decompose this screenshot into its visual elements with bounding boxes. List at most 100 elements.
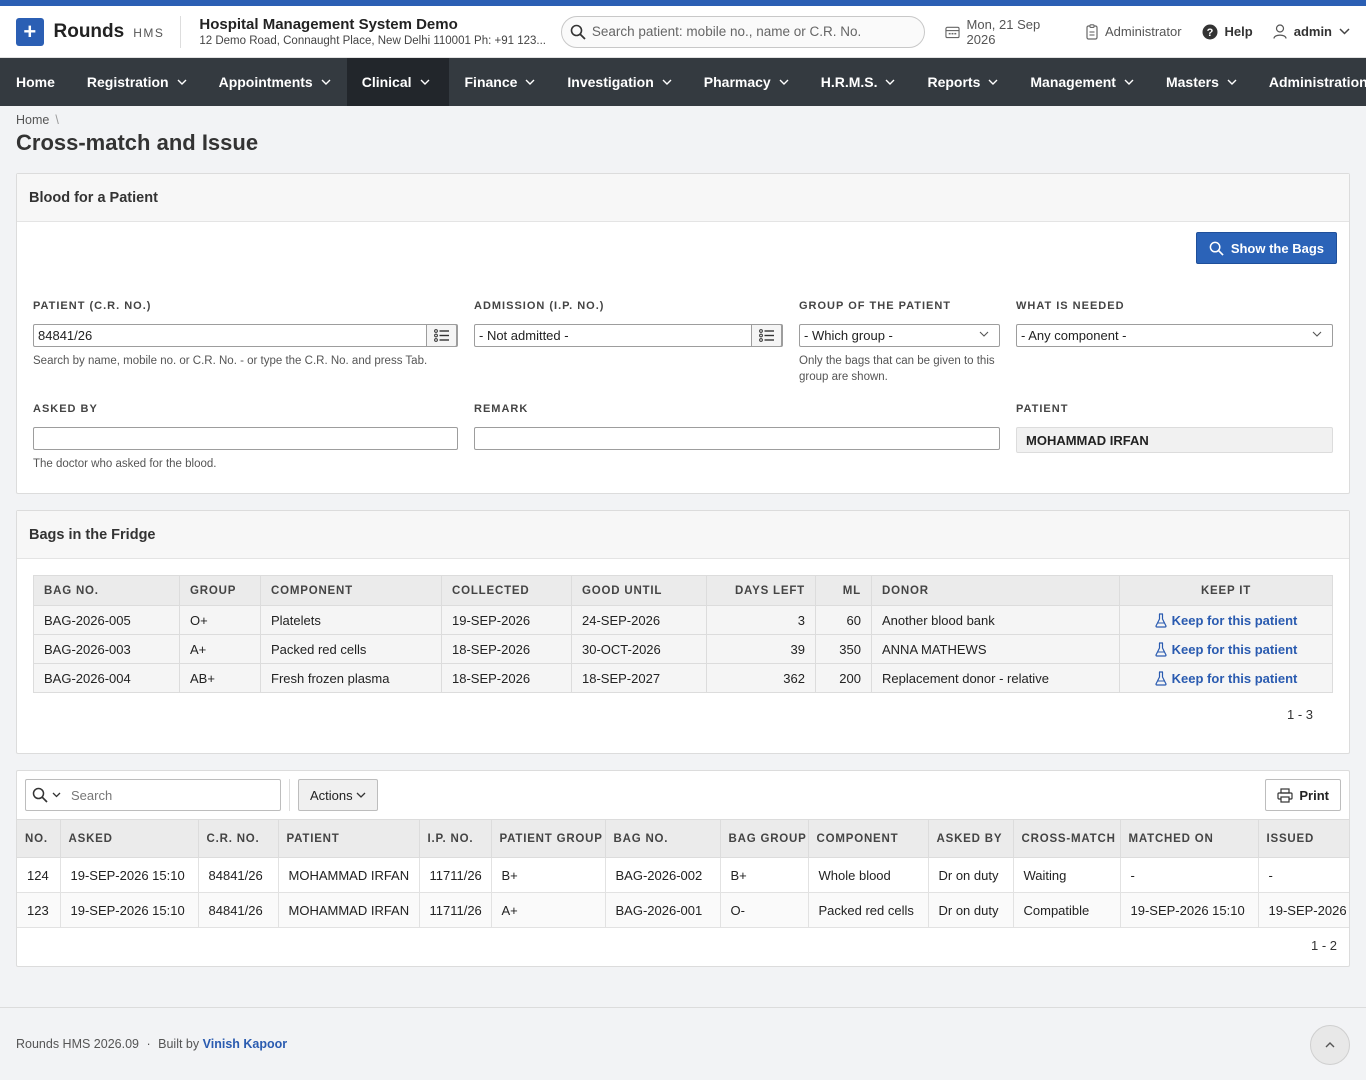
keep-link-label: Keep for this patient [1171, 641, 1298, 657]
chevron-down-icon [321, 79, 331, 85]
table-row[interactable]: 124 19-SEP-2026 15:10 84841/26 MOHAMMAD … [17, 857, 1349, 893]
admission-lookup-button[interactable] [751, 324, 782, 347]
brand-name[interactable]: Rounds [54, 21, 125, 43]
report-search-box[interactable] [25, 779, 281, 811]
hospital-address: 12 Demo Road, Connaught Place, New Delhi… [199, 35, 546, 47]
patient-lookup-button[interactable] [426, 324, 457, 347]
patient-cr-input[interactable]: 84841/26 [33, 324, 458, 347]
column-header[interactable]: DONOR [871, 575, 1120, 606]
cell-cr-no: 84841/26 [198, 892, 279, 928]
chevron-down-icon [979, 331, 989, 337]
asked-by-input[interactable] [33, 427, 458, 450]
nav-home[interactable]: Home [0, 58, 71, 106]
nav-management[interactable]: Management [1014, 58, 1150, 106]
column-header[interactable]: GOOD UNTIL [571, 575, 707, 606]
nav-administration[interactable]: Administration [1253, 58, 1366, 106]
patient-group-select[interactable]: - Which group - [799, 324, 1000, 347]
column-header[interactable]: ISSUED [1258, 819, 1349, 858]
column-header[interactable]: I.P. NO. [419, 819, 492, 858]
admission-input[interactable]: - Not admitted - [474, 324, 783, 347]
column-header[interactable]: BAG NO. [605, 819, 721, 858]
nav-investigation[interactable]: Investigation [551, 58, 687, 106]
nav-masters[interactable]: Masters [1150, 58, 1253, 106]
column-header[interactable]: KEEP IT [1119, 575, 1333, 606]
column-header[interactable]: MATCHED ON [1120, 819, 1259, 858]
search-icon [570, 24, 586, 40]
report-search-input[interactable] [71, 787, 261, 803]
breadcrumb-separator: \ [55, 113, 59, 127]
nav-label: Masters [1165, 74, 1219, 90]
bags-title: Bags in the Fridge [17, 511, 1349, 559]
column-header[interactable]: GROUP [179, 575, 261, 606]
component-needed-select[interactable]: - Any component - [1016, 324, 1333, 347]
help-link[interactable]: ? Help [1202, 24, 1253, 40]
flask-icon [1155, 670, 1167, 686]
actions-label: Actions [310, 787, 353, 803]
keep-for-patient-link[interactable]: Keep for this patient [1130, 671, 1322, 686]
flask-icon [1155, 612, 1167, 628]
patient-search-box[interactable] [560, 15, 925, 48]
keep-for-patient-link[interactable]: Keep for this patient [1130, 613, 1322, 628]
column-header[interactable]: BAG NO. [33, 575, 180, 606]
show-bags-button[interactable]: Show the Bags [1195, 232, 1337, 264]
remark-field: REMARK [474, 403, 1000, 450]
bags-in-fridge-region: Bags in the Fridge BAG NO. GROUP COMPONE… [16, 510, 1350, 754]
column-header[interactable]: ML [815, 575, 872, 606]
patient-search-input[interactable] [591, 24, 912, 39]
patient-group-value: - Which group - [804, 328, 893, 343]
nav-label: Investigation [567, 74, 654, 90]
column-header[interactable]: ASKED BY [928, 819, 1014, 858]
column-header[interactable]: NO. [17, 819, 61, 858]
column-header[interactable]: PATIENT GROUP [491, 819, 606, 858]
asked-by-help: The doctor who asked for the blood. [33, 458, 217, 470]
brand-subtitle: HMS [133, 25, 165, 40]
bag-donor: Replacement donor - relative [871, 663, 1120, 693]
field-label: WHAT IS NEEDED [1016, 300, 1125, 312]
column-header[interactable]: COMPONENT [808, 819, 929, 858]
keep-link-label: Keep for this patient [1171, 670, 1298, 686]
bag-group: AB+ [179, 663, 261, 693]
keep-cell: Keep for this patient [1119, 663, 1333, 693]
patient-name-display: MOHAMMAD IRFAN [1016, 427, 1333, 453]
author-link[interactable]: Vinish Kapoor [203, 1037, 288, 1051]
nav-appointments[interactable]: Appointments [203, 58, 347, 106]
remark-input[interactable] [474, 427, 1000, 450]
role-display[interactable]: Administrator [1086, 23, 1182, 40]
built-by-label: Built by [158, 1037, 200, 1051]
field-label: PATIENT (C.R. NO.) [33, 300, 152, 312]
toolbar-divider [289, 779, 290, 811]
column-header[interactable]: C.R. NO. [198, 819, 279, 858]
column-header[interactable]: DAYS LEFT [706, 575, 816, 606]
user-menu[interactable]: admin [1273, 24, 1350, 39]
cell-bag-no: BAG-2026-002 [605, 857, 721, 893]
scroll-to-top-button[interactable] [1310, 1025, 1350, 1065]
column-header[interactable]: ASKED [60, 819, 199, 858]
nav-registration[interactable]: Registration [71, 58, 203, 106]
print-button[interactable]: Print [1265, 779, 1341, 811]
nav-label: Appointments [218, 74, 313, 90]
keep-for-patient-link[interactable]: Keep for this patient [1130, 642, 1322, 657]
column-header[interactable]: COLLECTED [441, 575, 572, 606]
nav-hrms[interactable]: H.R.M.S. [805, 58, 912, 106]
column-header[interactable]: CROSS-MATCH [1013, 819, 1121, 858]
actions-menu-button[interactable]: Actions [298, 779, 378, 811]
patient-group-field: GROUP OF THE PATIENT - Which group - Onl… [799, 300, 1000, 385]
column-header[interactable]: BAG GROUP [720, 819, 809, 858]
chevron-down-icon [662, 79, 672, 85]
logo-icon[interactable]: + [16, 17, 44, 46]
table-row[interactable]: 123 19-SEP-2026 15:10 84841/26 MOHAMMAD … [17, 892, 1349, 928]
column-header[interactable]: PATIENT [278, 819, 420, 858]
app-version: Rounds HMS 2026.09 [16, 1037, 139, 1051]
cell-bag-group: O- [720, 892, 809, 928]
nav-pharmacy[interactable]: Pharmacy [688, 58, 805, 106]
chevron-down-icon [356, 792, 366, 798]
column-header[interactable]: COMPONENT [260, 575, 442, 606]
nav-clinical[interactable]: Clinical [346, 58, 449, 106]
cell-asked: 19-SEP-2026 15:10 [60, 892, 199, 928]
chevron-down-icon[interactable] [52, 792, 61, 798]
nav-finance[interactable]: Finance [449, 58, 552, 106]
component-needed-field: WHAT IS NEEDED - Any component - [1016, 300, 1333, 347]
nav-reports[interactable]: Reports [911, 58, 1014, 106]
app-header: + Rounds HMS Hospital Management System … [0, 6, 1366, 58]
breadcrumb-home[interactable]: Home [16, 113, 49, 127]
